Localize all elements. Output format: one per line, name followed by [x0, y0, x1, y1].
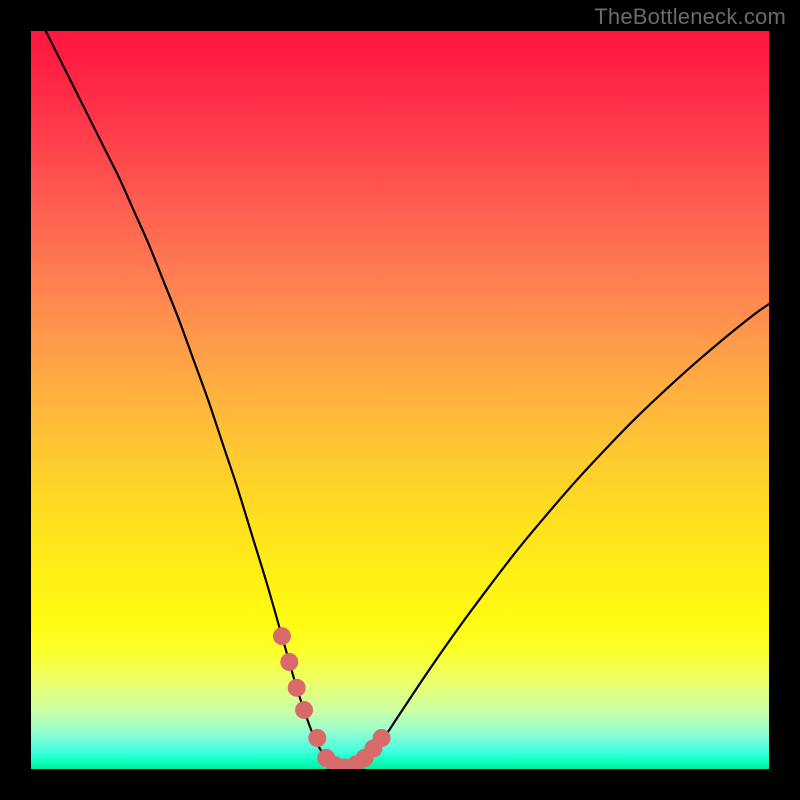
- plot-area: [31, 31, 769, 769]
- chart-frame: TheBottleneck.com: [0, 0, 800, 800]
- gradient-background: [31, 31, 769, 769]
- watermark-text: TheBottleneck.com: [594, 4, 786, 30]
